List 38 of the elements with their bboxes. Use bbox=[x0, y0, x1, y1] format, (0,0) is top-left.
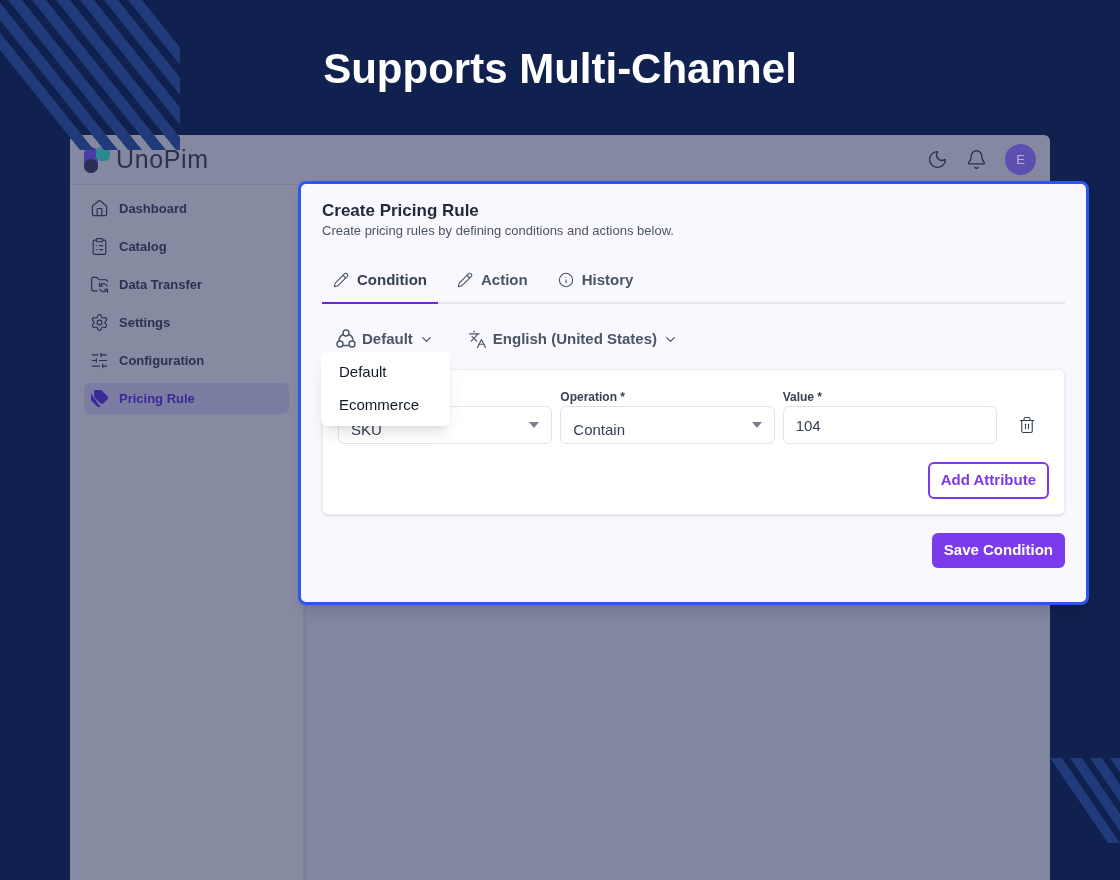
nav-item[interactable]: Dashboard bbox=[84, 193, 289, 224]
logo-icon bbox=[84, 146, 110, 173]
pencil-icon bbox=[333, 272, 349, 288]
tab[interactable]: Action bbox=[446, 258, 539, 304]
nav-item[interactable]: Configuration bbox=[84, 345, 289, 376]
save-condition-button[interactable]: Save Condition bbox=[931, 533, 1065, 568]
tab[interactable]: Condition bbox=[322, 258, 438, 304]
delete-icon[interactable] bbox=[1018, 416, 1036, 434]
field-label: Operation * bbox=[560, 390, 625, 404]
locale-dropdown[interactable]: English (United States) bbox=[467, 327, 679, 351]
dropdown-caret-icon bbox=[529, 422, 540, 428]
translate-icon bbox=[467, 329, 487, 349]
input-field[interactable]: 104 bbox=[782, 406, 997, 444]
modal-title: Create Pricing Rule bbox=[322, 200, 480, 222]
dropdown-caret-icon bbox=[751, 422, 762, 428]
tag-icon bbox=[90, 389, 109, 408]
add-attribute-button[interactable]: Add Attribute bbox=[927, 462, 1049, 499]
folder-icon bbox=[90, 275, 109, 294]
nav-item[interactable]: Data Transfer bbox=[84, 269, 289, 300]
sliders-icon bbox=[90, 351, 109, 370]
notification-icon[interactable] bbox=[966, 149, 987, 170]
moon-icon[interactable] bbox=[927, 149, 948, 170]
pencil-icon bbox=[457, 272, 473, 288]
tab[interactable]: History bbox=[546, 258, 645, 304]
select-field[interactable]: Contain bbox=[560, 406, 775, 444]
clipboard-icon bbox=[90, 237, 109, 256]
channel-dropdown[interactable]: Default bbox=[336, 327, 434, 351]
modal-subtitle: Create pricing rules by defining conditions and actions below. bbox=[322, 222, 675, 240]
house-icon bbox=[90, 199, 109, 218]
menu-item[interactable]: Default bbox=[321, 356, 450, 389]
logo-text: UnoPim bbox=[116, 143, 209, 175]
channels-icon bbox=[336, 329, 356, 349]
field-label: Value * bbox=[782, 390, 822, 404]
headline: Supports Multi-Channel bbox=[323, 44, 797, 94]
nav-item[interactable]: Settings bbox=[84, 307, 289, 338]
settings-icon bbox=[90, 313, 109, 332]
info-icon bbox=[557, 272, 574, 288]
nav-item[interactable]: Catalog bbox=[84, 231, 289, 262]
